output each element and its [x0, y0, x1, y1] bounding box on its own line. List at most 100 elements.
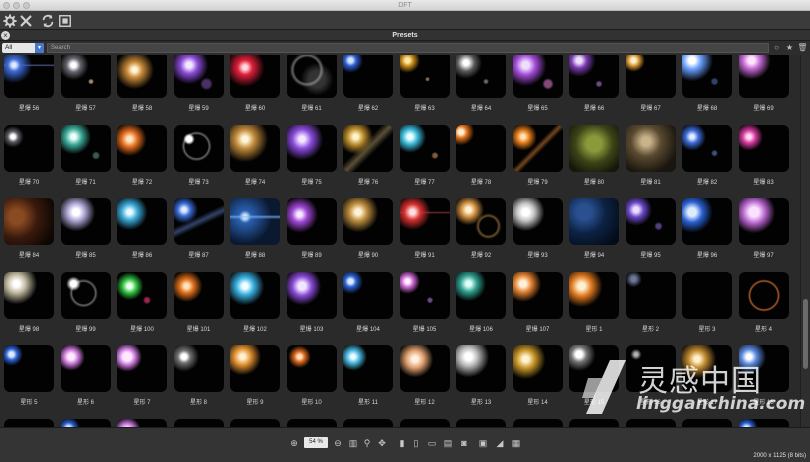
preset-tile[interactable]: 星爆 85: [60, 198, 111, 259]
preset-thumbnail[interactable]: [60, 345, 111, 392]
zoom-level[interactable]: 54 %: [304, 437, 328, 448]
preset-thumbnail[interactable]: [60, 55, 111, 98]
preset-thumbnail[interactable]: [625, 198, 676, 245]
preset-tile[interactable]: [569, 418, 619, 427]
preset-tile[interactable]: 星形 7: [117, 345, 167, 406]
preset-thumbnail[interactable]: [343, 124, 393, 172]
preset-tile[interactable]: [343, 418, 393, 427]
preset-tile[interactable]: 星爆 79: [512, 124, 563, 186]
preset-tile[interactable]: 星爆 83: [738, 124, 789, 186]
preset-tile[interactable]: [399, 418, 450, 427]
snapshot-camera-icon[interactable]: ◙: [458, 437, 470, 449]
pan-move-icon[interactable]: ✥: [376, 437, 388, 449]
preset-tile[interactable]: 星形 18: [738, 345, 789, 406]
fit-frame-icon[interactable]: [57, 13, 73, 28]
preset-thumbnail[interactable]: [4, 55, 54, 98]
preset-tile[interactable]: 星爆 92: [456, 198, 506, 259]
preset-thumbnail[interactable]: [512, 345, 563, 392]
preset-tile[interactable]: 星爆 91: [399, 198, 450, 259]
refresh-icon[interactable]: [40, 13, 56, 28]
preset-thumbnail[interactable]: [286, 55, 337, 98]
preset-thumbnail[interactable]: [625, 345, 676, 392]
preset-tile[interactable]: 星爆 56: [4, 55, 54, 112]
preset-tile[interactable]: [738, 418, 789, 427]
preset-tile[interactable]: [682, 418, 732, 427]
preset-tile[interactable]: 星形 12: [399, 345, 450, 406]
preset-thumbnail[interactable]: [343, 345, 393, 392]
preset-thumbnail[interactable]: [569, 55, 619, 98]
layout-stack-icon[interactable]: ▤: [442, 437, 454, 449]
preset-thumbnail[interactable]: [512, 418, 563, 427]
preset-tile[interactable]: [625, 418, 676, 427]
preset-thumbnail[interactable]: [456, 124, 506, 172]
preset-thumbnail[interactable]: [738, 345, 789, 392]
preset-thumbnail[interactable]: [173, 271, 224, 319]
preset-thumbnail[interactable]: [399, 124, 450, 172]
preset-thumbnail[interactable]: [738, 55, 789, 98]
preset-thumbnail[interactable]: [569, 198, 619, 245]
settings-gear-icon[interactable]: [2, 13, 18, 28]
trash-icon[interactable]: 🗑: [797, 42, 808, 54]
preset-thumbnail[interactable]: [343, 271, 393, 319]
zoom-out-icon[interactable]: ⊖: [332, 437, 344, 449]
favorite-star-icon[interactable]: ★: [784, 42, 795, 54]
layout-compare-icon[interactable]: ▭: [426, 437, 438, 449]
preset-thumbnail[interactable]: [173, 124, 224, 172]
preset-thumbnail[interactable]: [60, 198, 111, 245]
preset-thumbnail[interactable]: [230, 55, 280, 98]
display-icon[interactable]: ▦: [510, 437, 522, 449]
preset-thumbnail[interactable]: [738, 198, 789, 245]
preset-tile[interactable]: 星爆 94: [569, 198, 619, 259]
preset-thumbnail[interactable]: [682, 124, 732, 172]
category-select[interactable]: All ▾: [2, 43, 44, 53]
preset-tile[interactable]: 星爆 105: [399, 271, 450, 333]
preset-thumbnail[interactable]: [625, 124, 676, 172]
preset-thumbnail[interactable]: [399, 271, 450, 319]
preset-tile[interactable]: 星爆 100: [117, 271, 167, 333]
preset-thumbnail[interactable]: [4, 198, 54, 245]
preset-thumbnail[interactable]: [738, 271, 789, 319]
preset-tile[interactable]: 星形 9: [230, 345, 280, 406]
preset-thumbnail[interactable]: [173, 418, 224, 427]
preset-tile[interactable]: 星爆 64: [456, 55, 506, 112]
scrollbar-thumb[interactable]: [803, 299, 808, 369]
preset-tile[interactable]: 星爆 95: [625, 198, 676, 259]
preset-thumbnail[interactable]: [117, 345, 167, 392]
preset-thumbnail[interactable]: [512, 124, 563, 172]
preset-thumbnail[interactable]: [4, 345, 54, 392]
preset-thumbnail[interactable]: [286, 271, 337, 319]
preset-tile[interactable]: 星爆 90: [343, 198, 393, 259]
preset-tile[interactable]: 星爆 104: [343, 271, 393, 333]
preset-thumbnail[interactable]: [117, 55, 167, 98]
preset-tile[interactable]: 星爆 57: [60, 55, 111, 112]
vertical-scrollbar[interactable]: [800, 55, 810, 427]
search-input[interactable]: Search: [47, 43, 769, 53]
preset-thumbnail[interactable]: [230, 124, 280, 172]
preset-tile[interactable]: 星形 4: [738, 271, 789, 333]
preset-tile[interactable]: 星爆 87: [173, 198, 224, 259]
preset-tile[interactable]: 星爆 102: [230, 271, 280, 333]
preset-tile[interactable]: 星爆 88: [230, 198, 280, 259]
preset-tile[interactable]: 星爆 84: [4, 198, 54, 259]
preset-tile[interactable]: 星爆 72: [117, 124, 167, 186]
preset-tile[interactable]: 星爆 61: [286, 55, 337, 112]
preset-tile[interactable]: [456, 418, 506, 427]
preset-thumbnail[interactable]: [456, 418, 506, 427]
preset-tile[interactable]: [286, 418, 337, 427]
preset-thumbnail[interactable]: [4, 124, 54, 172]
preset-tile[interactable]: 星形 5: [4, 345, 54, 406]
preset-thumbnail[interactable]: [399, 55, 450, 98]
preset-thumbnail[interactable]: [682, 271, 732, 319]
preset-thumbnail[interactable]: [399, 418, 450, 427]
preset-thumbnail[interactable]: [117, 124, 167, 172]
preset-tile[interactable]: 星爆 103: [286, 271, 337, 333]
preset-tile[interactable]: 星爆 82: [682, 124, 732, 186]
preset-tile[interactable]: 星爆 67: [625, 55, 676, 112]
preset-thumbnail[interactable]: [682, 418, 732, 427]
preset-tile[interactable]: 星爆 77: [399, 124, 450, 186]
preset-thumbnail[interactable]: [456, 345, 506, 392]
preset-thumbnail[interactable]: [286, 124, 337, 172]
preset-thumbnail[interactable]: [625, 55, 676, 98]
preset-tile[interactable]: [173, 418, 224, 427]
preset-thumbnail[interactable]: [4, 271, 54, 319]
